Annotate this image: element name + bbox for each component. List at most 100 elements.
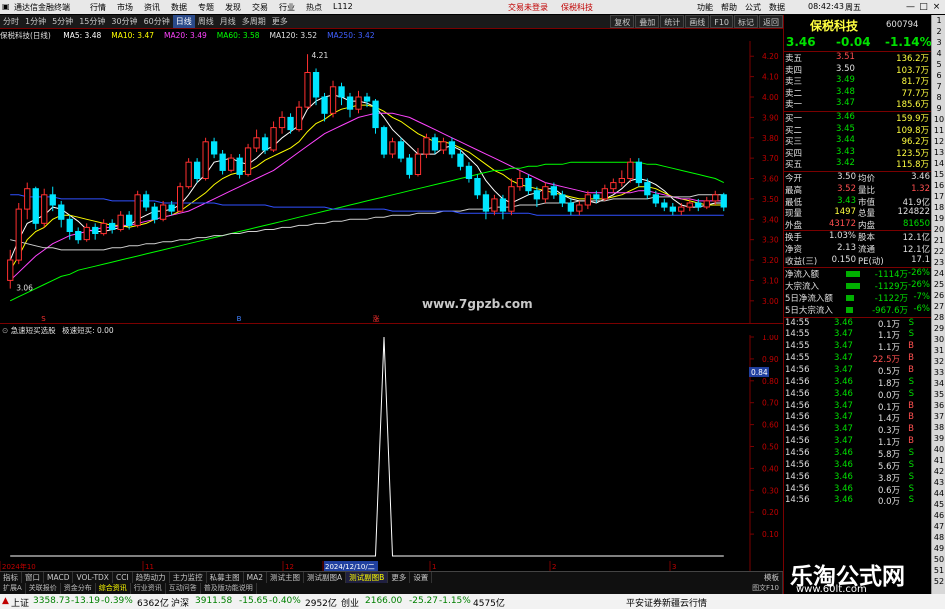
bid-row[interactable]: 买三 3.44 96.2万 <box>784 135 932 147</box>
period-tab[interactable]: 周线 <box>195 15 217 28</box>
extension-tab[interactable]: 行业资讯 <box>131 583 166 594</box>
candle[interactable] <box>211 137 218 159</box>
side-index[interactable]: 5 <box>933 59 945 70</box>
indicator-tab[interactable]: 主力监控 <box>170 572 207 583</box>
side-index[interactable]: 35 <box>933 389 945 400</box>
ask-row[interactable]: 卖五 3.51 136.2万 <box>784 52 932 64</box>
menu-item[interactable]: 发现 <box>225 2 241 13</box>
candle[interactable] <box>525 174 532 195</box>
right-menu-item[interactable]: 数据 <box>769 2 785 13</box>
side-index[interactable]: 32 <box>933 356 945 367</box>
period-tab[interactable]: 月线 <box>217 15 239 28</box>
candle[interactable] <box>567 198 575 216</box>
side-index[interactable]: 26 <box>933 290 945 301</box>
indicator-tab[interactable]: 指标 <box>0 572 22 583</box>
side-index[interactable]: 25 <box>933 279 945 290</box>
side-index[interactable]: 43 <box>933 477 945 488</box>
toolbar-button[interactable]: 复权 <box>610 15 635 28</box>
candle[interactable] <box>601 184 609 201</box>
candle[interactable] <box>482 190 490 220</box>
side-index[interactable]: 8 <box>933 92 945 103</box>
candle[interactable] <box>508 178 515 216</box>
side-index[interactable]: 38 <box>933 422 945 433</box>
candle[interactable] <box>372 99 379 134</box>
candle[interactable] <box>355 90 362 114</box>
trade-status[interactable]: 交易未登录 <box>508 2 548 13</box>
side-index[interactable]: 20 <box>933 224 945 235</box>
candle[interactable] <box>542 182 549 203</box>
candle[interactable] <box>270 121 277 153</box>
bid-row[interactable]: 买一 3.46 159.9万 <box>784 112 932 124</box>
candle[interactable] <box>83 223 90 242</box>
candle[interactable] <box>202 137 209 181</box>
candle[interactable] <box>24 182 31 220</box>
toolbar-button[interactable]: F10 <box>710 15 733 28</box>
candle[interactable] <box>618 170 626 187</box>
extension-tab[interactable]: 关联报价 <box>26 583 61 594</box>
candle[interactable] <box>100 219 107 236</box>
candle[interactable] <box>627 158 634 183</box>
candle[interactable] <box>278 111 286 134</box>
side-index[interactable]: 13 <box>933 147 945 158</box>
candle[interactable] <box>610 178 617 193</box>
menu-item[interactable]: 行情 <box>90 2 106 13</box>
side-index[interactable]: 31 <box>933 345 945 356</box>
candle[interactable] <box>32 186 39 230</box>
candle[interactable] <box>253 129 260 153</box>
period-tab[interactable]: 分时 <box>0 15 22 28</box>
side-index[interactable]: 17 <box>933 191 945 202</box>
candle[interactable] <box>516 170 524 191</box>
candle[interactable] <box>219 149 226 175</box>
extension-tab[interactable]: 资金分布 <box>61 583 96 594</box>
side-index[interactable]: 29 <box>933 323 945 334</box>
candle[interactable] <box>236 154 243 179</box>
side-index[interactable]: 2 <box>933 26 945 37</box>
candle[interactable] <box>474 174 481 199</box>
menu-item[interactable]: 市场 <box>117 2 133 13</box>
side-index[interactable]: 28 <box>933 312 945 323</box>
ask-row[interactable]: 卖四 3.50 103.7万 <box>784 64 932 76</box>
candle[interactable] <box>329 80 337 118</box>
candle[interactable] <box>185 158 192 189</box>
period-tab[interactable]: 日线 <box>172 15 195 28</box>
side-index[interactable]: 21 <box>933 235 945 246</box>
candle[interactable] <box>177 182 184 214</box>
side-index[interactable]: 9 <box>933 103 945 114</box>
candle[interactable] <box>406 154 413 179</box>
side-index[interactable]: 50 <box>933 554 945 565</box>
side-index[interactable]: 47 <box>933 521 945 532</box>
indicator-tab[interactable]: MA2 <box>244 572 268 583</box>
candle[interactable] <box>669 202 677 216</box>
right-menu-item[interactable]: 公式 <box>745 2 761 13</box>
side-index[interactable]: 11 <box>933 125 945 136</box>
indicator-menu-icon[interactable]: ⊙ <box>2 326 8 335</box>
side-index[interactable]: 52 <box>933 576 945 587</box>
candle[interactable] <box>58 200 65 228</box>
ask-row[interactable]: 卖二 3.48 77.7万 <box>784 87 932 99</box>
indicator-title[interactable]: 急速短买选股 <box>11 326 56 335</box>
extension-tab[interactable]: 扩展A <box>0 583 26 594</box>
bid-row[interactable]: 买二 3.45 109.8万 <box>784 124 932 136</box>
candle[interactable] <box>261 133 269 155</box>
side-index[interactable]: 36 <box>933 400 945 411</box>
candle[interactable] <box>448 137 456 159</box>
ask-row[interactable]: 卖一 3.47 185.6万 <box>784 98 932 110</box>
side-index[interactable]: 48 <box>933 532 945 543</box>
ask-row[interactable]: 卖三 3.49 81.7万 <box>784 75 932 87</box>
candle[interactable] <box>491 194 498 216</box>
right-menu-item[interactable]: 帮助 <box>721 2 737 13</box>
side-index[interactable]: 15 <box>933 169 945 180</box>
side-index[interactable]: 41 <box>933 455 945 466</box>
indicator-tab[interactable]: 测试主图 <box>267 572 305 583</box>
side-index[interactable]: 39 <box>933 433 945 444</box>
indicator-tab[interactable]: MACD <box>44 572 74 583</box>
candle[interactable] <box>440 137 447 155</box>
extension-tab[interactable]: 普及版功能说明 <box>201 583 257 594</box>
minimize-icon[interactable]: — <box>904 0 917 14</box>
candle[interactable] <box>338 82 345 106</box>
candle[interactable] <box>457 149 464 171</box>
period-tab[interactable]: 1分钟 <box>22 15 49 28</box>
toolbar-button[interactable]: 统计 <box>660 15 685 28</box>
candle[interactable] <box>194 158 201 183</box>
candle[interactable] <box>576 200 583 216</box>
